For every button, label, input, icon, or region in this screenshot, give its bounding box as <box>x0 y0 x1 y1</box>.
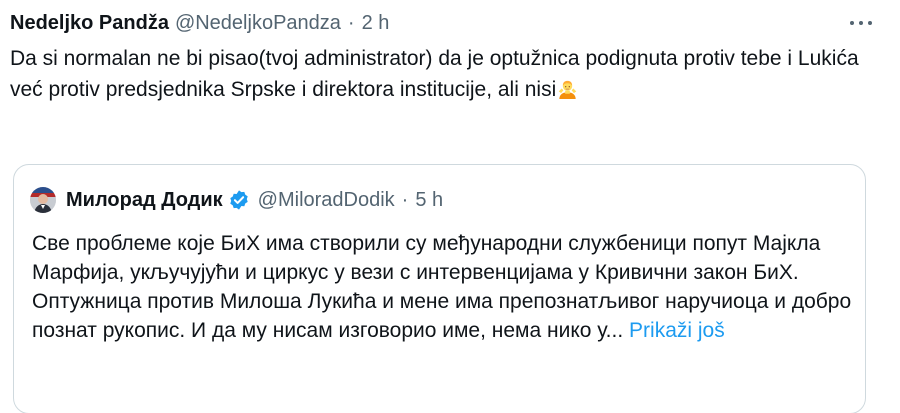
avatar[interactable] <box>30 187 56 213</box>
separator-dot: · <box>347 11 355 34</box>
tweet-text: Da si normalan ne bi pisao(tvoj administ… <box>10 47 859 101</box>
timestamp[interactable]: 2 h <box>362 12 390 35</box>
quoted-tweet-text: Све проблеме које БиХ има створили су ме… <box>32 232 852 342</box>
quoted-tweet-card[interactable]: Милорад Додик @MiloradDodik · 5 h Све пр… <box>13 164 866 413</box>
quoted-tweet-header: Милорад Додик @MiloradDodik · 5 h <box>30 187 443 213</box>
author-handle[interactable]: @NedeljkoPandza <box>175 12 341 35</box>
tweet[interactable]: Nedeljko Pandža @NedeljkoPandza · 2 h Da… <box>0 0 900 413</box>
author-name[interactable]: Nedeljko Pandža <box>10 12 169 35</box>
verified-badge-icon <box>229 190 248 210</box>
quoted-timestamp[interactable]: 5 h <box>415 189 443 212</box>
quoted-tweet-body: Све проблеме које БиХ има створили су ме… <box>32 229 852 345</box>
more-dot <box>859 21 863 25</box>
separator-dot: · <box>401 188 409 211</box>
avatar-image <box>30 187 56 213</box>
show-more-link[interactable]: Prikaži još <box>629 319 725 342</box>
person-shrugging-emoji <box>559 80 577 99</box>
quoted-author-handle[interactable]: @MiloradDodik <box>258 189 395 212</box>
more-options-icon[interactable] <box>850 16 872 30</box>
more-dot <box>850 21 854 25</box>
quoted-author-name[interactable]: Милорад Додик <box>66 189 223 212</box>
tweet-body: Da si normalan ne bi pisao(tvoj administ… <box>10 43 880 105</box>
tweet-header: Nedeljko Pandža @NedeljkoPandza · 2 h <box>10 10 389 36</box>
more-dot <box>868 21 872 25</box>
